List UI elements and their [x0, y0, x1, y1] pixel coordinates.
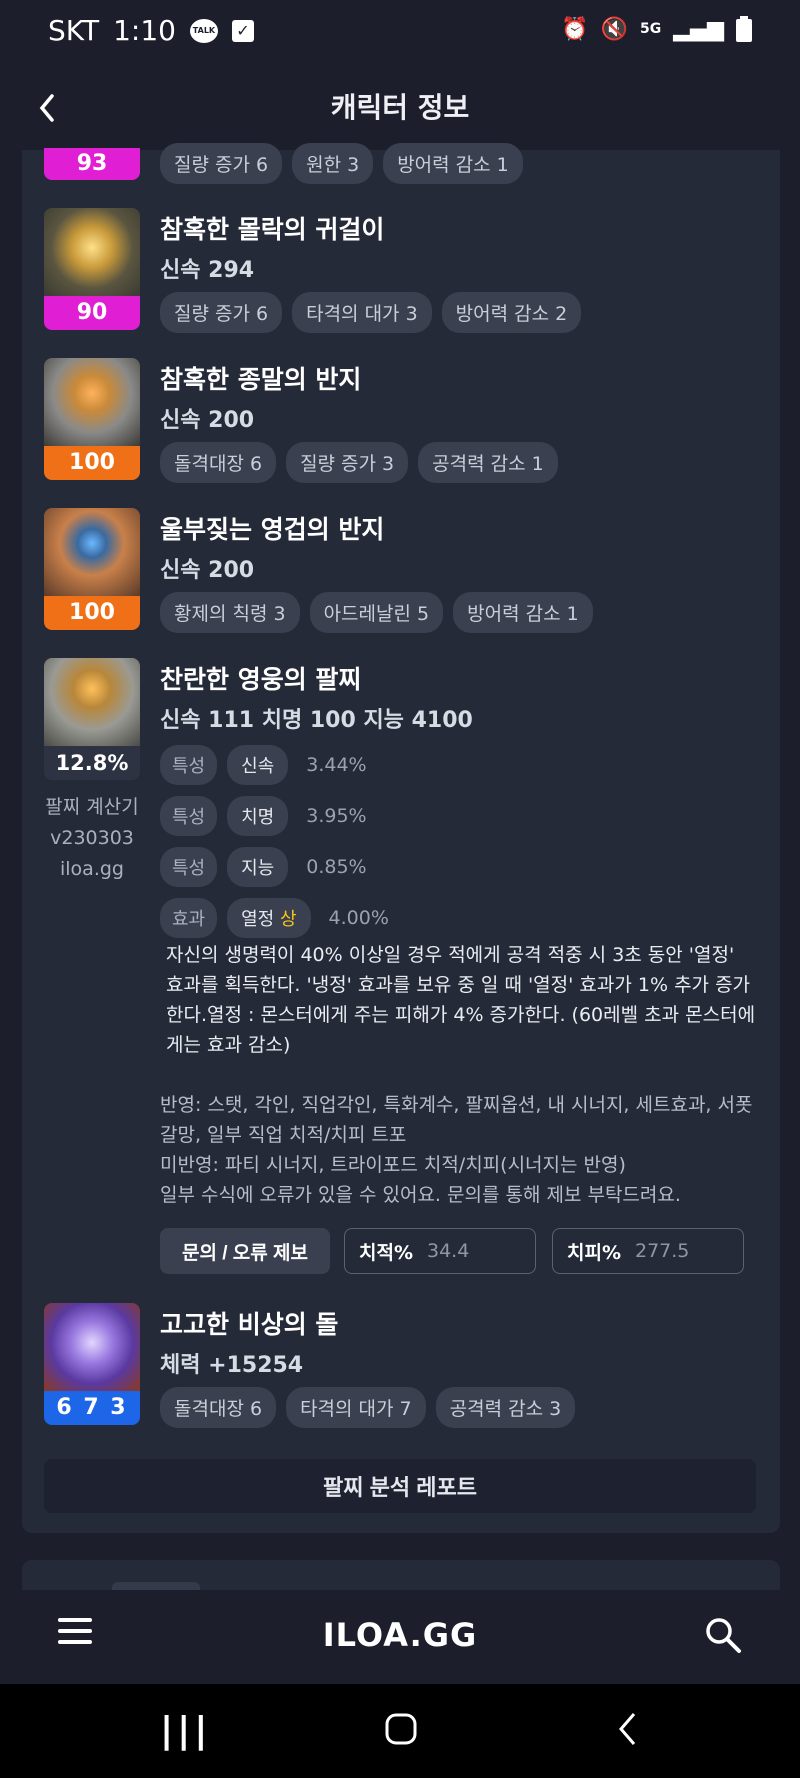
engraving-chip: 방어력 감소 2: [441, 292, 582, 333]
crit-damage-field[interactable]: 치피% 277.5: [552, 1228, 744, 1274]
crit-rate-label: 치적%: [359, 1241, 413, 1264]
clock: 1:10: [113, 14, 176, 47]
earring-image: [44, 208, 140, 296]
system-navigation-bar: |||: [0, 1684, 800, 1778]
ring-image: [44, 358, 140, 446]
item-stat: 신속 294: [160, 258, 255, 283]
bracelet-analysis-report-button[interactable]: 팔찌 분석 레포트: [44, 1459, 756, 1513]
bracelet-percent-badge: 12.8%: [44, 746, 140, 780]
trait-row: 특성 치명 3.95%: [160, 796, 367, 836]
item-thumbnail: 100: [44, 358, 140, 480]
crit-damage-label: 치피%: [567, 1241, 621, 1264]
item-stat: 신속 200: [160, 408, 255, 433]
bottom-app-bar: ILOA.GG: [0, 1590, 800, 1684]
system-back-button[interactable]: [616, 1710, 640, 1748]
trait-tag: 특성: [160, 847, 218, 887]
trait-name: 치명: [227, 796, 289, 836]
search-button[interactable]: [704, 1616, 742, 1654]
status-bar: SKT 1:10 TALK ✓ ⏰ 🔇 5G ▂▄▆: [0, 0, 800, 66]
trait-row: 특성 신속 3.44%: [160, 745, 367, 785]
item-level-badge: 100: [44, 446, 140, 480]
item-name: 찬란한 영웅의 팔찌: [160, 665, 362, 694]
trait-percent: 0.85%: [306, 856, 367, 878]
app-logo[interactable]: ILOA.GG: [0, 1616, 800, 1654]
checkbox-icon: ✓: [231, 19, 254, 42]
5g-icon: 5G: [640, 21, 662, 37]
item-level-badge: 90: [44, 296, 140, 330]
trait-percent: 3.95%: [306, 805, 367, 827]
item-name: 참혹한 몰락의 귀걸이: [160, 215, 385, 244]
crit-rate-field[interactable]: 치적% 34.4: [344, 1228, 536, 1274]
trait-percent: 3.44%: [306, 754, 367, 776]
calc-line: iloa.gg: [60, 858, 124, 880]
engraving-chip: 타격의 대가 3: [292, 292, 432, 333]
effect-description: 자신의 생명력이 40% 이상일 경우 적에게 공격 적중 시 3초 동안 '열…: [166, 944, 756, 1056]
bracelet-calculator-info: 팔찌 계산기 v230303 iloa.gg: [44, 792, 140, 885]
effect-name: 열정 상: [227, 898, 311, 938]
note-line: 일부 수식에 오류가 있을 수 있어요. 문의를 통해 제보 부탁드려요.: [160, 1184, 681, 1206]
effect-name-text: 열정: [241, 909, 275, 930]
item-engravings: 황제의 칙령 3 아드레날린 5 방어력 감소 1: [160, 592, 593, 633]
item-thumbnail: 100: [44, 508, 140, 630]
calculator-notes: 반영: 스탯, 각인, 직업각인, 특화계수, 팔찌옵션, 내 시너지, 세트효…: [160, 1090, 760, 1210]
trait-name: 신속: [227, 745, 289, 785]
engraving-chip: 방어력 감소 1: [453, 592, 593, 633]
item-stat: 체력 +15254: [160, 1353, 304, 1378]
item-thumbnail: 6 7 3: [44, 1303, 140, 1425]
note-line: 미반영: 파티 시너지, 트라이포드 치적/치피(시너지는 반영): [160, 1154, 626, 1176]
item-stat: 신속 200: [160, 558, 255, 583]
ring-image: [44, 508, 140, 596]
alarm-icon: ⏰: [561, 16, 589, 42]
engraving-chip: 타격의 대가 7: [286, 1387, 426, 1428]
engraving-chip: 원한 3: [292, 143, 374, 184]
ability-stone-image: [44, 1303, 140, 1391]
effect-tag: 효과: [160, 898, 218, 938]
engraving-chip: 질량 증가 6: [160, 143, 283, 184]
kakaotalk-icon: TALK: [189, 18, 218, 43]
effect-percent: 4.00%: [328, 907, 389, 929]
bracelet-image: [44, 658, 140, 746]
carrier-label: SKT: [48, 14, 100, 47]
item-thumbnail: 12.8%: [44, 658, 140, 780]
engraving-chip: 황제의 칙령 3: [160, 592, 300, 633]
item-engravings: 돌격대장 6 질량 증가 3 공격력 감소 1: [160, 442, 558, 483]
calc-line: v230303: [50, 827, 134, 849]
item-name: 울부짖는 영겁의 반지: [160, 515, 385, 544]
item-thumbnail: 93: [44, 108, 140, 180]
effect-grade: 상: [279, 909, 297, 930]
engraving-chip: 돌격대장 6: [160, 442, 277, 483]
trait-tag: 특성: [160, 796, 218, 836]
trait-name: 지능: [227, 847, 289, 887]
item-thumbnail: 90: [44, 208, 140, 330]
item-stat: 신속 111 치명 100 지능 4100: [160, 708, 473, 733]
recent-apps-button[interactable]: |||: [160, 1710, 211, 1751]
note-line: 반영: 스탯, 각인, 직업각인, 특화계수, 팔찌옵션, 내 시너지, 세트효…: [160, 1094, 753, 1146]
signal-icon: ▂▄▆: [673, 16, 724, 42]
crit-damage-value: 277.5: [635, 1240, 690, 1262]
stone-level-badge: 6 7 3: [44, 1391, 140, 1425]
home-button[interactable]: [384, 1712, 418, 1746]
engraving-chip: 방어력 감소 1: [383, 143, 523, 184]
engraving-chip: 질량 증가 3: [286, 442, 409, 483]
item-engravings: 돌격대장 6 타격의 대가 7 공격력 감소 3: [160, 1387, 576, 1428]
item-engravings: 질량 증가 6 타격의 대가 3 방어력 감소 2: [160, 292, 582, 333]
effect-row: 효과 열정 상 4.00%: [160, 898, 389, 938]
item-name: 고고한 비상의 돌: [160, 1310, 339, 1339]
item-level-badge: 100: [44, 596, 140, 630]
item-engravings: 질량 증가 6 원한 3 방어력 감소 1: [160, 143, 523, 184]
mute-icon: 🔇: [600, 16, 628, 42]
item-level-badge: 93: [44, 148, 140, 180]
engraving-chip: 아드레날린 5: [309, 592, 444, 633]
calc-line: 팔찌 계산기: [45, 796, 139, 818]
engraving-chip: 돌격대장 6: [160, 1387, 277, 1428]
trait-row: 특성 지능 0.85%: [160, 847, 367, 887]
trait-tag: 특성: [160, 745, 218, 785]
item-name: 참혹한 종말의 반지: [160, 365, 362, 394]
crit-rate-value: 34.4: [427, 1240, 470, 1262]
engraving-chip: 공격력 감소 3: [435, 1387, 576, 1428]
engraving-chip: 공격력 감소 1: [418, 442, 558, 483]
engraving-chip: 질량 증가 6: [160, 292, 283, 333]
report-error-button[interactable]: 문의 / 오류 제보: [160, 1228, 330, 1274]
battery-icon: [736, 16, 752, 42]
